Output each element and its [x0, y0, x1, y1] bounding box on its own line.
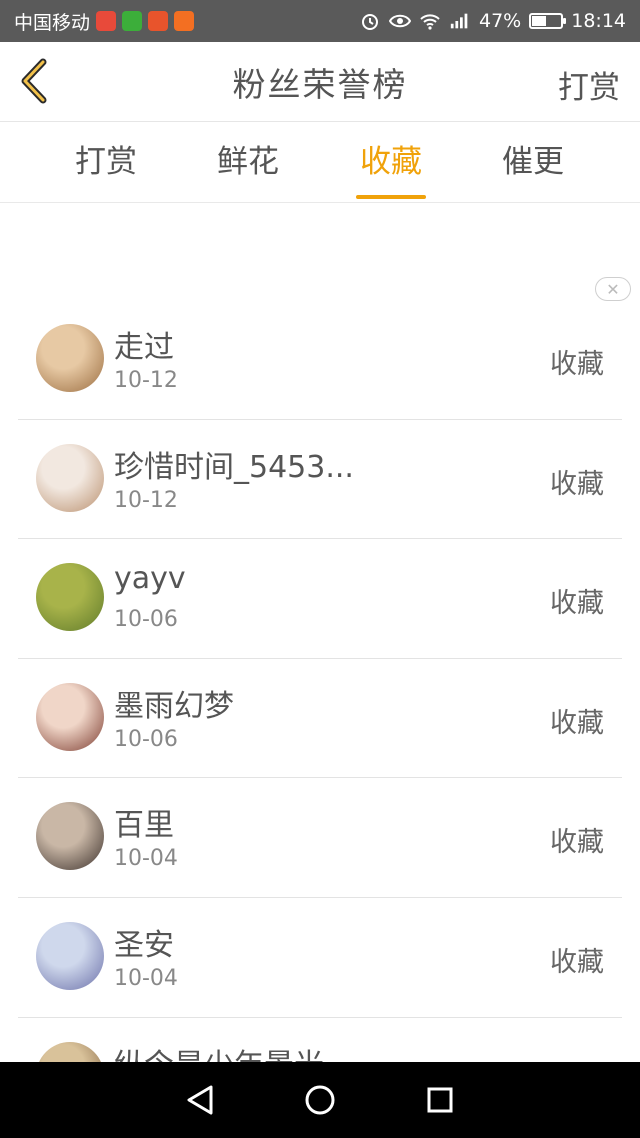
avatar[interactable]: [36, 802, 104, 871]
close-button[interactable]: ✕: [595, 277, 631, 301]
list-item[interactable]: 百里 10-04 收藏: [18, 778, 622, 898]
header: 粉丝荣誉榜 打赏: [0, 42, 640, 122]
date: 10-04: [114, 965, 178, 991]
fan-list: 走过 10-12 收藏 珍惜时间_5453... 10-12 收藏 yayv 10-06 收藏墨…: [0, 300, 640, 1138]
support-type: 收藏: [550, 588, 604, 620]
status-right: 47% 18:14: [359, 10, 626, 32]
reward-button[interactable]: 打赏: [558, 62, 620, 107]
date: 10-04: [114, 846, 178, 872]
tab-label: 打赏: [75, 144, 137, 180]
user-name: 百里: [114, 808, 174, 844]
wifi-icon: [419, 10, 441, 32]
list-item[interactable]: 珍惜时间_5453... 10-12 收藏: [18, 420, 622, 540]
nav-recents-button[interactable]: [420, 1080, 460, 1120]
alarm-icon: [359, 10, 381, 32]
circle-home-icon: [305, 1085, 335, 1115]
eye-icon: [389, 10, 411, 32]
date: 10-12: [114, 368, 178, 393]
support-type: 收藏: [550, 827, 604, 859]
tab-label: 催更: [502, 144, 564, 180]
avatar[interactable]: [36, 443, 104, 512]
tab-flowers[interactable]: 鲜花: [193, 123, 303, 203]
tab-label: 收藏: [360, 144, 422, 180]
battery-icon: [529, 13, 567, 29]
nav-home-button[interactable]: [300, 1080, 340, 1120]
date: 10-06: [114, 607, 178, 633]
app-notification-icon: [174, 11, 195, 31]
app-notification-icon: [148, 11, 169, 31]
date: 10-06: [114, 726, 178, 752]
support-type: 收藏: [550, 349, 604, 380]
date: 10-12: [114, 487, 178, 513]
user-name: yayv: [114, 561, 186, 597]
status-bar: 中国移动 47% 18:14: [0, 0, 640, 42]
square-recents-icon: [427, 1087, 453, 1113]
tab-urge-update[interactable]: 催更: [478, 123, 588, 203]
user-name: 走过: [114, 330, 174, 365]
avatar[interactable]: [36, 324, 104, 392]
avatar[interactable]: [36, 563, 104, 632]
support-type: 收藏: [550, 468, 604, 500]
tab-reward[interactable]: 打赏: [51, 123, 161, 203]
back-chevron-icon: [21, 58, 47, 104]
carrier-group: 中国移动: [14, 8, 195, 35]
list-item[interactable]: yayv 10-06 收藏: [18, 539, 622, 659]
tab-bar: 打赏 鲜花 收藏 催更: [0, 123, 640, 203]
app-notification-icon: [96, 11, 117, 31]
close-icon: ✕: [606, 279, 620, 299]
battery-percent: 47%: [479, 10, 522, 32]
back-button[interactable]: [14, 56, 54, 106]
list-item[interactable]: 走过 10-12 收藏: [18, 300, 622, 420]
avatar[interactable]: [36, 921, 104, 990]
app-notification-icon: [122, 11, 143, 31]
tab-favorites[interactable]: 收藏: [336, 123, 446, 203]
nav-back-button[interactable]: [180, 1080, 220, 1120]
avatar[interactable]: [36, 682, 104, 751]
user-name: 珍惜时间_5453...: [114, 449, 354, 485]
carrier-label: 中国移动: [14, 11, 91, 34]
support-type: 收藏: [550, 707, 604, 739]
system-nav-bar: [0, 1062, 640, 1138]
tab-label: 鲜花: [217, 144, 279, 180]
list-item[interactable]: 圣安 10-04 收藏: [18, 898, 622, 1018]
active-tab-indicator: [356, 195, 426, 199]
user-name: 墨雨幻梦: [114, 688, 234, 724]
triangle-back-icon: [187, 1085, 213, 1115]
clock: 18:14: [571, 10, 626, 32]
signal-icon: [449, 10, 471, 32]
page-title: 粉丝荣誉榜: [232, 64, 408, 104]
list-item[interactable]: 墨雨幻梦 10-06 收藏: [18, 659, 622, 779]
user-name: 圣安: [114, 927, 174, 963]
support-type: 收藏: [550, 946, 604, 978]
